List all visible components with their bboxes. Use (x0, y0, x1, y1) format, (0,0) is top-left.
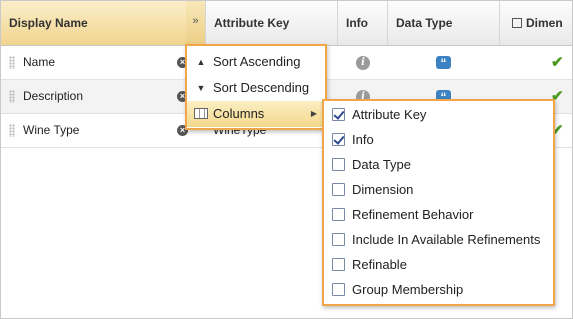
info-icon[interactable]: i (356, 56, 370, 70)
column-header-label: Dimen (526, 16, 563, 30)
column-toggle-label: Refinable (352, 257, 407, 272)
column-header-data-type[interactable]: Data Type (388, 1, 500, 45)
column-toggle-label: Dimension (352, 182, 414, 197)
string-type-icon: “ (436, 56, 451, 70)
display-name-cell: Wine Type (23, 123, 80, 137)
column-toggle-data-type[interactable]: Data Type (324, 152, 553, 178)
checkbox[interactable] (332, 108, 345, 121)
column-toggle-label: Refinement Behavior (352, 207, 474, 222)
column-header-label: Data Type (396, 16, 453, 30)
display-name-cell: Description (23, 89, 84, 103)
submenu-arrow-icon: ▶ (310, 109, 317, 118)
checkbox[interactable] (332, 208, 345, 221)
column-toggle-label: Info (352, 132, 374, 147)
checkbox[interactable] (332, 158, 345, 171)
checkbox[interactable] (332, 233, 345, 246)
column-toggle-dimension[interactable]: Dimension (324, 177, 553, 203)
column-toggle-label: Attribute Key (352, 107, 427, 122)
column-menu-trigger-icon[interactable]: » (186, 1, 206, 45)
menu-item-columns[interactable]: Columns ▶ (187, 101, 325, 127)
checkbox[interactable] (332, 133, 345, 146)
column-toggle-group-membership[interactable]: Group Membership (324, 277, 553, 303)
checkbox[interactable] (332, 258, 345, 271)
grid-header: Display Name » Attribute Key Info Data T… (1, 1, 572, 46)
column-toggle-include-in-available-refinements[interactable]: Include In Available Refinements (324, 227, 553, 253)
checkbox[interactable] (332, 183, 345, 196)
sort-ascending-icon: ▲ (196, 57, 206, 67)
column-header-label: Display Name (9, 16, 88, 30)
column-toggle-label: Include In Available Refinements (352, 232, 541, 247)
menu-item-label: Sort Descending (213, 80, 310, 95)
column-toggle-label: Group Membership (352, 282, 464, 297)
dimension-check-icon: ✔ (551, 54, 564, 71)
checkbox[interactable] (332, 283, 345, 296)
drag-handle-icon[interactable] (9, 124, 15, 137)
drag-handle-icon[interactable] (9, 90, 15, 103)
column-header-info[interactable]: Info (338, 1, 388, 45)
column-header-label: Attribute Key (214, 16, 290, 30)
column-header-display-name[interactable]: Display Name (1, 1, 187, 45)
dimension-icon (512, 18, 522, 28)
column-header-dimension[interactable]: Dimen (500, 1, 572, 45)
column-toggle-info[interactable]: Info (324, 127, 553, 153)
drag-handle-icon[interactable] (9, 56, 15, 69)
menu-item-sort-descending[interactable]: ▼ Sort Descending (187, 75, 325, 101)
column-toggle-label: Data Type (352, 157, 412, 172)
sort-descending-icon: ▼ (196, 83, 206, 93)
columns-icon (194, 108, 208, 119)
menu-item-sort-ascending[interactable]: ▲ Sort Ascending (187, 49, 325, 75)
column-header-attribute-key[interactable]: Attribute Key (206, 1, 338, 45)
column-menu: ▲ Sort Ascending ▼ Sort Descending Colum… (185, 44, 327, 130)
display-name-cell: Name (23, 55, 56, 69)
column-toggle-refinement-behavior[interactable]: Refinement Behavior (324, 202, 553, 228)
menu-item-label: Columns (213, 106, 265, 121)
column-toggle-attribute-key[interactable]: Attribute Key (324, 102, 553, 128)
column-header-label: Info (346, 16, 368, 30)
menu-item-label: Sort Ascending (213, 54, 301, 69)
column-toggle-refinable[interactable]: Refinable (324, 252, 553, 278)
columns-submenu: Attribute Key Info Data Type Dimension R… (322, 99, 555, 306)
